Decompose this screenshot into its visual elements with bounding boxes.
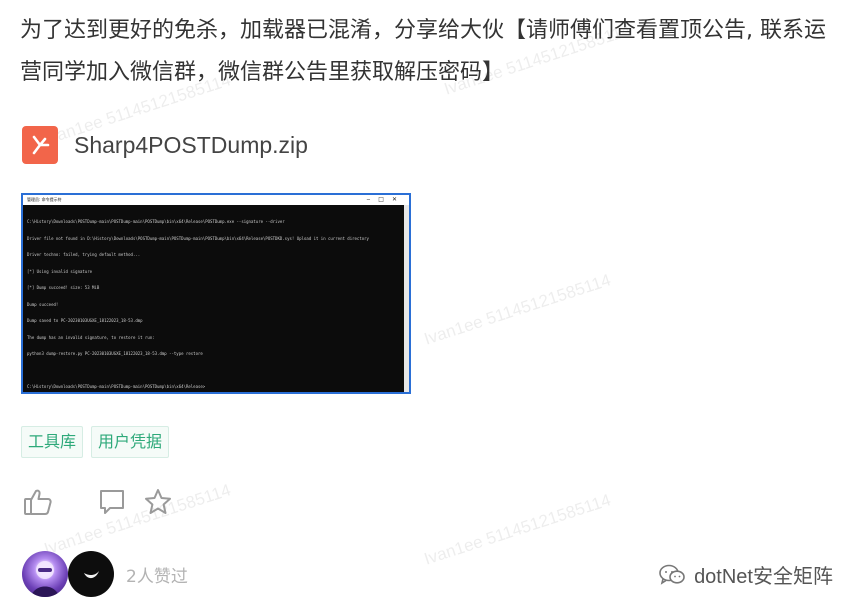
console-titlebar: 管理员: 命令提示符 ‒□✕ bbox=[23, 195, 409, 205]
post-paragraph: 为了达到更好的免杀，加载器已混淆，分享给大伙【请师傅们查看置顶公告, 联系运营同… bbox=[20, 18, 826, 85]
console-scrollbar[interactable] bbox=[404, 205, 409, 392]
console-line: Dump succeed! bbox=[27, 301, 59, 307]
account-brand[interactable]: dotNet安全矩阵 bbox=[658, 560, 833, 589]
console-line: C:\History\Downloads\POSTDump-main\POSTD… bbox=[27, 219, 285, 224]
watermark: Ivan1ee 51145121585114 bbox=[421, 270, 614, 349]
tag-list: 工具库 用户凭据 bbox=[21, 426, 170, 458]
comment-icon[interactable] bbox=[96, 486, 128, 518]
console-line: C:\History\Downloads\POSTDump-main\POSTD… bbox=[27, 384, 206, 389]
console-line: Dump saved to PC-20230103UGXE_18122023_1… bbox=[27, 318, 143, 323]
zip-file-icon bbox=[22, 126, 58, 164]
tag-tools[interactable]: 工具库 bbox=[21, 426, 84, 458]
avatar[interactable] bbox=[68, 551, 114, 597]
footer: 2人赞过 dotNet安全矩阵 bbox=[22, 550, 833, 598]
console-line: The dump has an invalid signature, to re… bbox=[27, 334, 155, 340]
account-name: dotNet安全矩阵 bbox=[694, 566, 833, 588]
action-bar bbox=[22, 486, 174, 518]
avatar[interactable] bbox=[22, 551, 68, 597]
attachment-link[interactable]: Sharp4POSTDump.zip bbox=[22, 126, 308, 164]
console-line: python3 dump-restore.py PC-20230103UGXE_… bbox=[27, 351, 203, 356]
window-controls: ‒□✕ bbox=[366, 196, 405, 203]
attachment-file-name: Sharp4POSTDump.zip bbox=[74, 131, 308, 158]
console-line: Driver techno: failed, trying default me… bbox=[27, 252, 141, 257]
console-line: [*] Dump succeed! size: 53 MiB bbox=[27, 285, 100, 290]
thumbs-up-icon[interactable] bbox=[22, 486, 54, 518]
wechat-icon bbox=[658, 563, 686, 587]
console-screenshot[interactable]: 管理员: 命令提示符 ‒□✕ C:\History\Downloads\POST… bbox=[21, 193, 411, 394]
console-output: C:\History\Downloads\POSTDump-main\POSTD… bbox=[23, 205, 409, 392]
console-window-title: 管理员: 命令提示符 bbox=[27, 197, 62, 202]
likes-count: 2人赞过 bbox=[126, 566, 188, 587]
console-line: [*] Using invalid signature bbox=[27, 268, 93, 274]
star-icon[interactable] bbox=[142, 486, 174, 518]
tag-credentials[interactable]: 用户凭据 bbox=[91, 426, 170, 458]
console-line: Driver file not found in D:\History\Down… bbox=[27, 235, 369, 241]
